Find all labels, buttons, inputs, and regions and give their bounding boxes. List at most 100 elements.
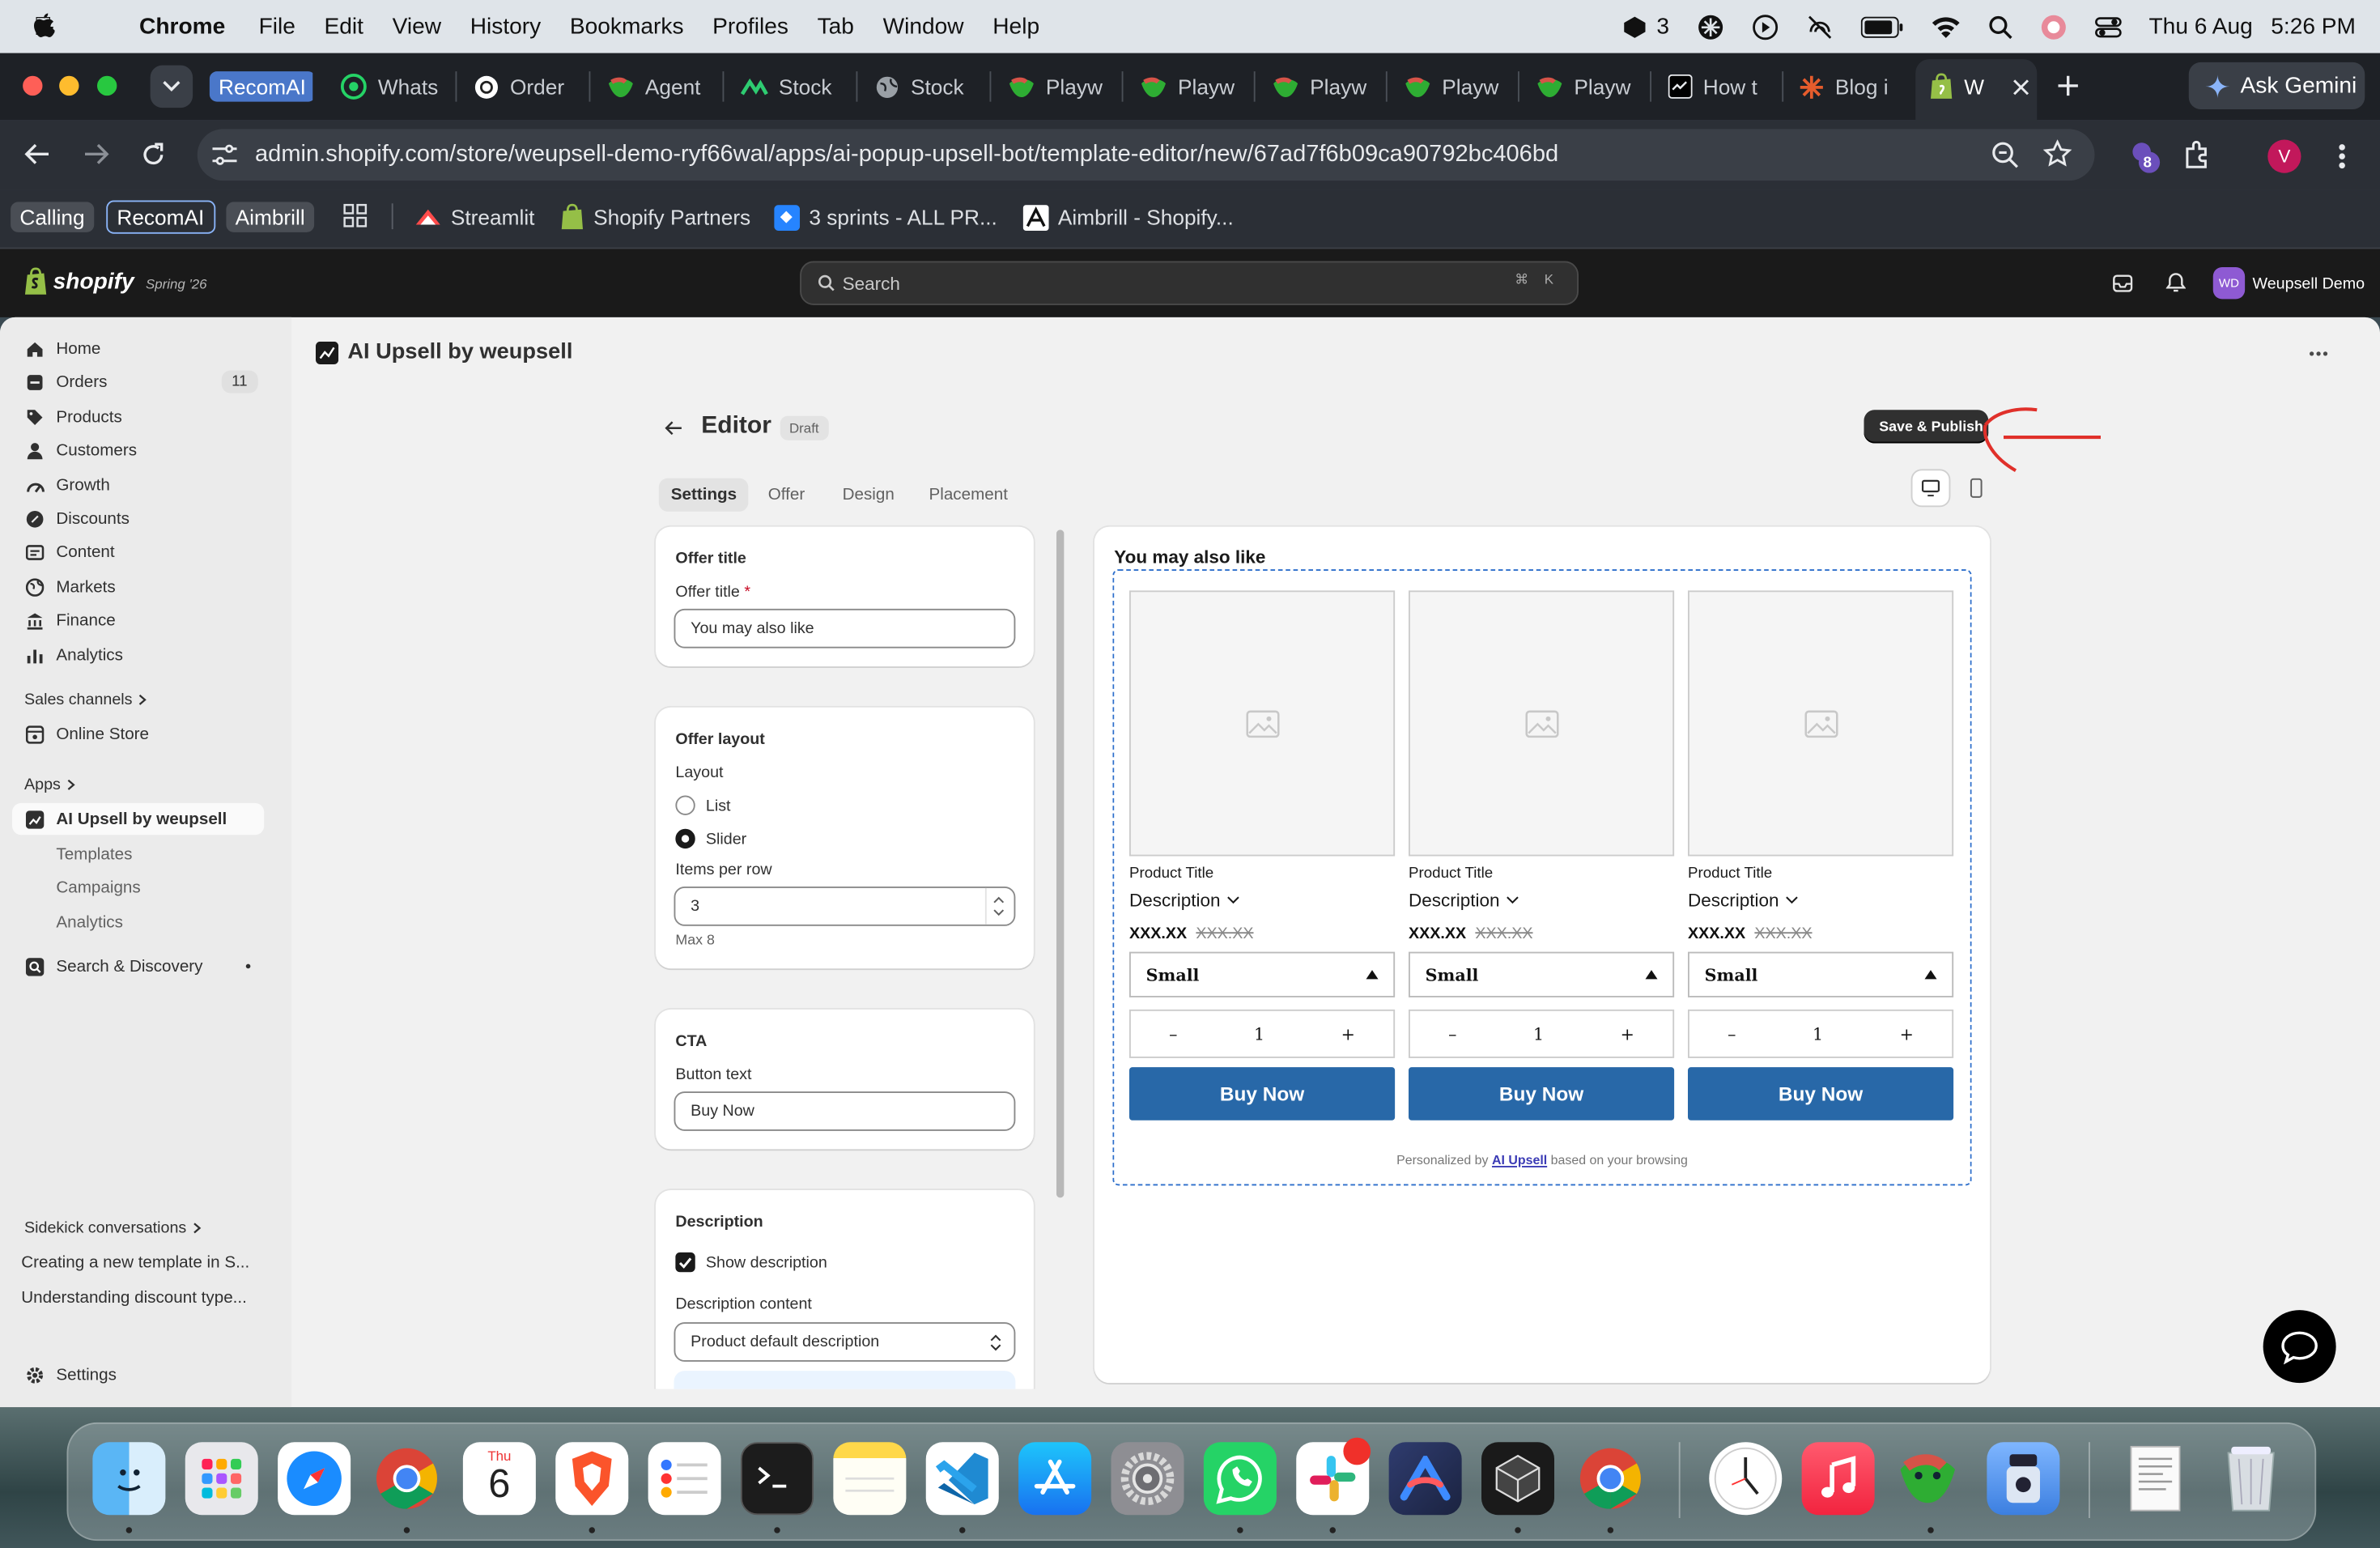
bookmark-shopify-partners[interactable]: Shopify Partners (560, 199, 750, 236)
tab-stock-1[interactable]: Stock (741, 66, 847, 108)
sidebar-item-analytics[interactable]: Analytics (12, 639, 264, 670)
back-arrow-icon[interactable] (24, 142, 50, 165)
tab-playwright-2[interactable]: Playw (1140, 66, 1243, 108)
forward-arrow-icon[interactable] (83, 142, 109, 165)
quantity-minus-button[interactable]: – (1448, 1024, 1456, 1044)
number-stepper-icon[interactable] (992, 894, 1005, 918)
sidebar-item-orders[interactable]: Orders 11 (12, 366, 264, 398)
apps-grid-icon[interactable] (343, 203, 368, 228)
sidebar-item-settings[interactable]: Settings (12, 1359, 264, 1390)
tab-how-to[interactable]: How t (1668, 66, 1772, 108)
sidebar-item-customers[interactable]: Customers (12, 434, 264, 466)
radio-checked[interactable] (675, 828, 695, 849)
control-center-icon[interactable] (2094, 15, 2122, 39)
dropbox-icon[interactable]: 3 (1621, 14, 1669, 40)
sidebar-item-templates[interactable]: Templates (12, 838, 264, 870)
chrome-icon[interactable] (371, 1442, 444, 1515)
quantity-plus-button[interactable]: + (1341, 1024, 1355, 1044)
system-settings-icon[interactable] (1111, 1442, 1184, 1516)
desktop-view-button[interactable] (1910, 469, 1951, 508)
product-description-toggle[interactable]: Description (1129, 890, 1240, 911)
disk-utility-icon[interactable] (1987, 1442, 2060, 1516)
play-icon[interactable] (1751, 13, 1779, 40)
tab-playwright-3[interactable]: Playw (1272, 66, 1375, 108)
back-arrow-icon[interactable] (665, 420, 683, 436)
quantity-plus-button[interactable]: + (1900, 1024, 1914, 1044)
store-menu[interactable]: WD Weupsell Demo (2212, 267, 2365, 300)
admin-search-input[interactable]: Search ⌘ K (800, 261, 1579, 305)
tab-playwright-1[interactable]: Playw (1008, 66, 1111, 108)
chrome-menu-icon[interactable] (2338, 142, 2347, 170)
more-actions-icon[interactable] (2309, 351, 2328, 357)
wifi-icon[interactable] (1931, 15, 1961, 38)
offer-title-input[interactable]: You may also like (674, 608, 1016, 649)
checkbox-checked[interactable] (675, 1252, 695, 1273)
tab-blog[interactable]: Blog i (1799, 66, 1902, 108)
menu-file[interactable]: File (259, 14, 295, 40)
buy-now-button[interactable]: Buy Now (1688, 1067, 1954, 1121)
tab-recomai[interactable]: RecomAI (209, 66, 313, 108)
vscode-icon[interactable] (925, 1442, 999, 1516)
tab-active-label[interactable]: W (1929, 66, 2035, 108)
zoom-icon[interactable] (1991, 141, 2019, 168)
sidekick-conversation[interactable]: Understanding discount type... (21, 1289, 264, 1308)
quantity-minus-button[interactable]: – (1728, 1024, 1736, 1044)
show-description-checkbox[interactable]: Show description (675, 1252, 827, 1273)
description-content-select[interactable]: Product default description (674, 1322, 1016, 1362)
address-bar[interactable]: admin.shopify.com/store/weupsell-demo-ry… (197, 129, 2095, 181)
menu-profiles[interactable]: Profiles (712, 14, 788, 40)
product-image[interactable] (1129, 590, 1396, 857)
settings-scrollbar[interactable] (1056, 529, 1065, 1198)
user-avatar-icon[interactable] (2040, 13, 2068, 40)
music-icon[interactable] (1801, 1442, 1875, 1516)
menu-help[interactable]: Help (992, 14, 1039, 40)
document-icon[interactable] (2119, 1442, 2192, 1515)
variant-select[interactable]: Small (1409, 951, 1675, 997)
bookmark-streamlit[interactable]: Streamlit (414, 199, 534, 236)
footer-link[interactable]: AI Upsell (1492, 1152, 1547, 1167)
inbox-icon[interactable] (2113, 274, 2133, 293)
puzzle-extensions-icon[interactable] (2182, 140, 2213, 171)
cursor-icon[interactable] (1481, 1442, 1554, 1516)
menubar-time[interactable]: 5:26 PM (2271, 14, 2356, 40)
tab-search-button[interactable] (150, 65, 193, 108)
extension-badge[interactable]: 8 (2130, 140, 2163, 173)
apple-logo-icon[interactable] (32, 12, 55, 40)
sidebar-item-online-store[interactable]: Online Store (12, 718, 264, 750)
sidebar-item-ai-upsell[interactable]: AI Upsell by weupsell (12, 802, 265, 836)
product-image[interactable] (1688, 590, 1954, 857)
bookmark-calling[interactable]: Calling (11, 199, 94, 236)
tab-design[interactable]: Design (831, 478, 907, 512)
sidebar-item-finance[interactable]: Finance (12, 604, 264, 636)
quantity-stepper[interactable]: – 1 + (1409, 1009, 1675, 1058)
product-description-toggle[interactable]: Description (1409, 890, 1519, 911)
launchpad-icon[interactable] (185, 1442, 258, 1516)
sidebar-item-markets[interactable]: Markets (12, 571, 264, 602)
calendar-icon[interactable]: Thu 6 (462, 1442, 536, 1516)
battery-icon[interactable] (1860, 15, 1903, 37)
quantity-stepper[interactable]: – 1 + (1688, 1009, 1954, 1058)
reload-icon[interactable] (141, 141, 165, 167)
sidebar-item-content[interactable]: Content (12, 536, 264, 568)
notes-icon[interactable] (833, 1442, 907, 1516)
product-description-toggle[interactable]: Description (1688, 890, 1799, 911)
new-tab-plus-icon[interactable] (2057, 74, 2080, 97)
tab-placement[interactable]: Placement (917, 478, 1020, 512)
bookmark-sprints[interactable]: 3 sprints - ALL PR... (774, 199, 997, 236)
playwright-icon[interactable] (1894, 1442, 1967, 1515)
chat-button[interactable] (2263, 1310, 2336, 1384)
tab-settings[interactable]: Settings (658, 478, 750, 512)
profile-avatar[interactable]: V (2267, 139, 2301, 173)
site-info-icon[interactable] (211, 142, 239, 167)
menu-window[interactable]: Window (883, 14, 964, 40)
sidebar-item-campaigns[interactable]: Campaigns (12, 871, 264, 903)
terminal-icon[interactable] (741, 1442, 814, 1516)
safari-icon[interactable] (278, 1442, 351, 1516)
menu-bookmarks[interactable]: Bookmarks (570, 14, 684, 40)
buy-now-button[interactable]: Buy Now (1409, 1067, 1675, 1121)
bell-icon[interactable] (2165, 272, 2186, 293)
chrome-icon[interactable] (1574, 1442, 1647, 1515)
tab-order[interactable]: Order (474, 66, 583, 108)
sales-channels-heading[interactable]: Sales channels (24, 691, 147, 709)
ask-gemini-button[interactable]: Ask Gemini (2188, 62, 2365, 109)
